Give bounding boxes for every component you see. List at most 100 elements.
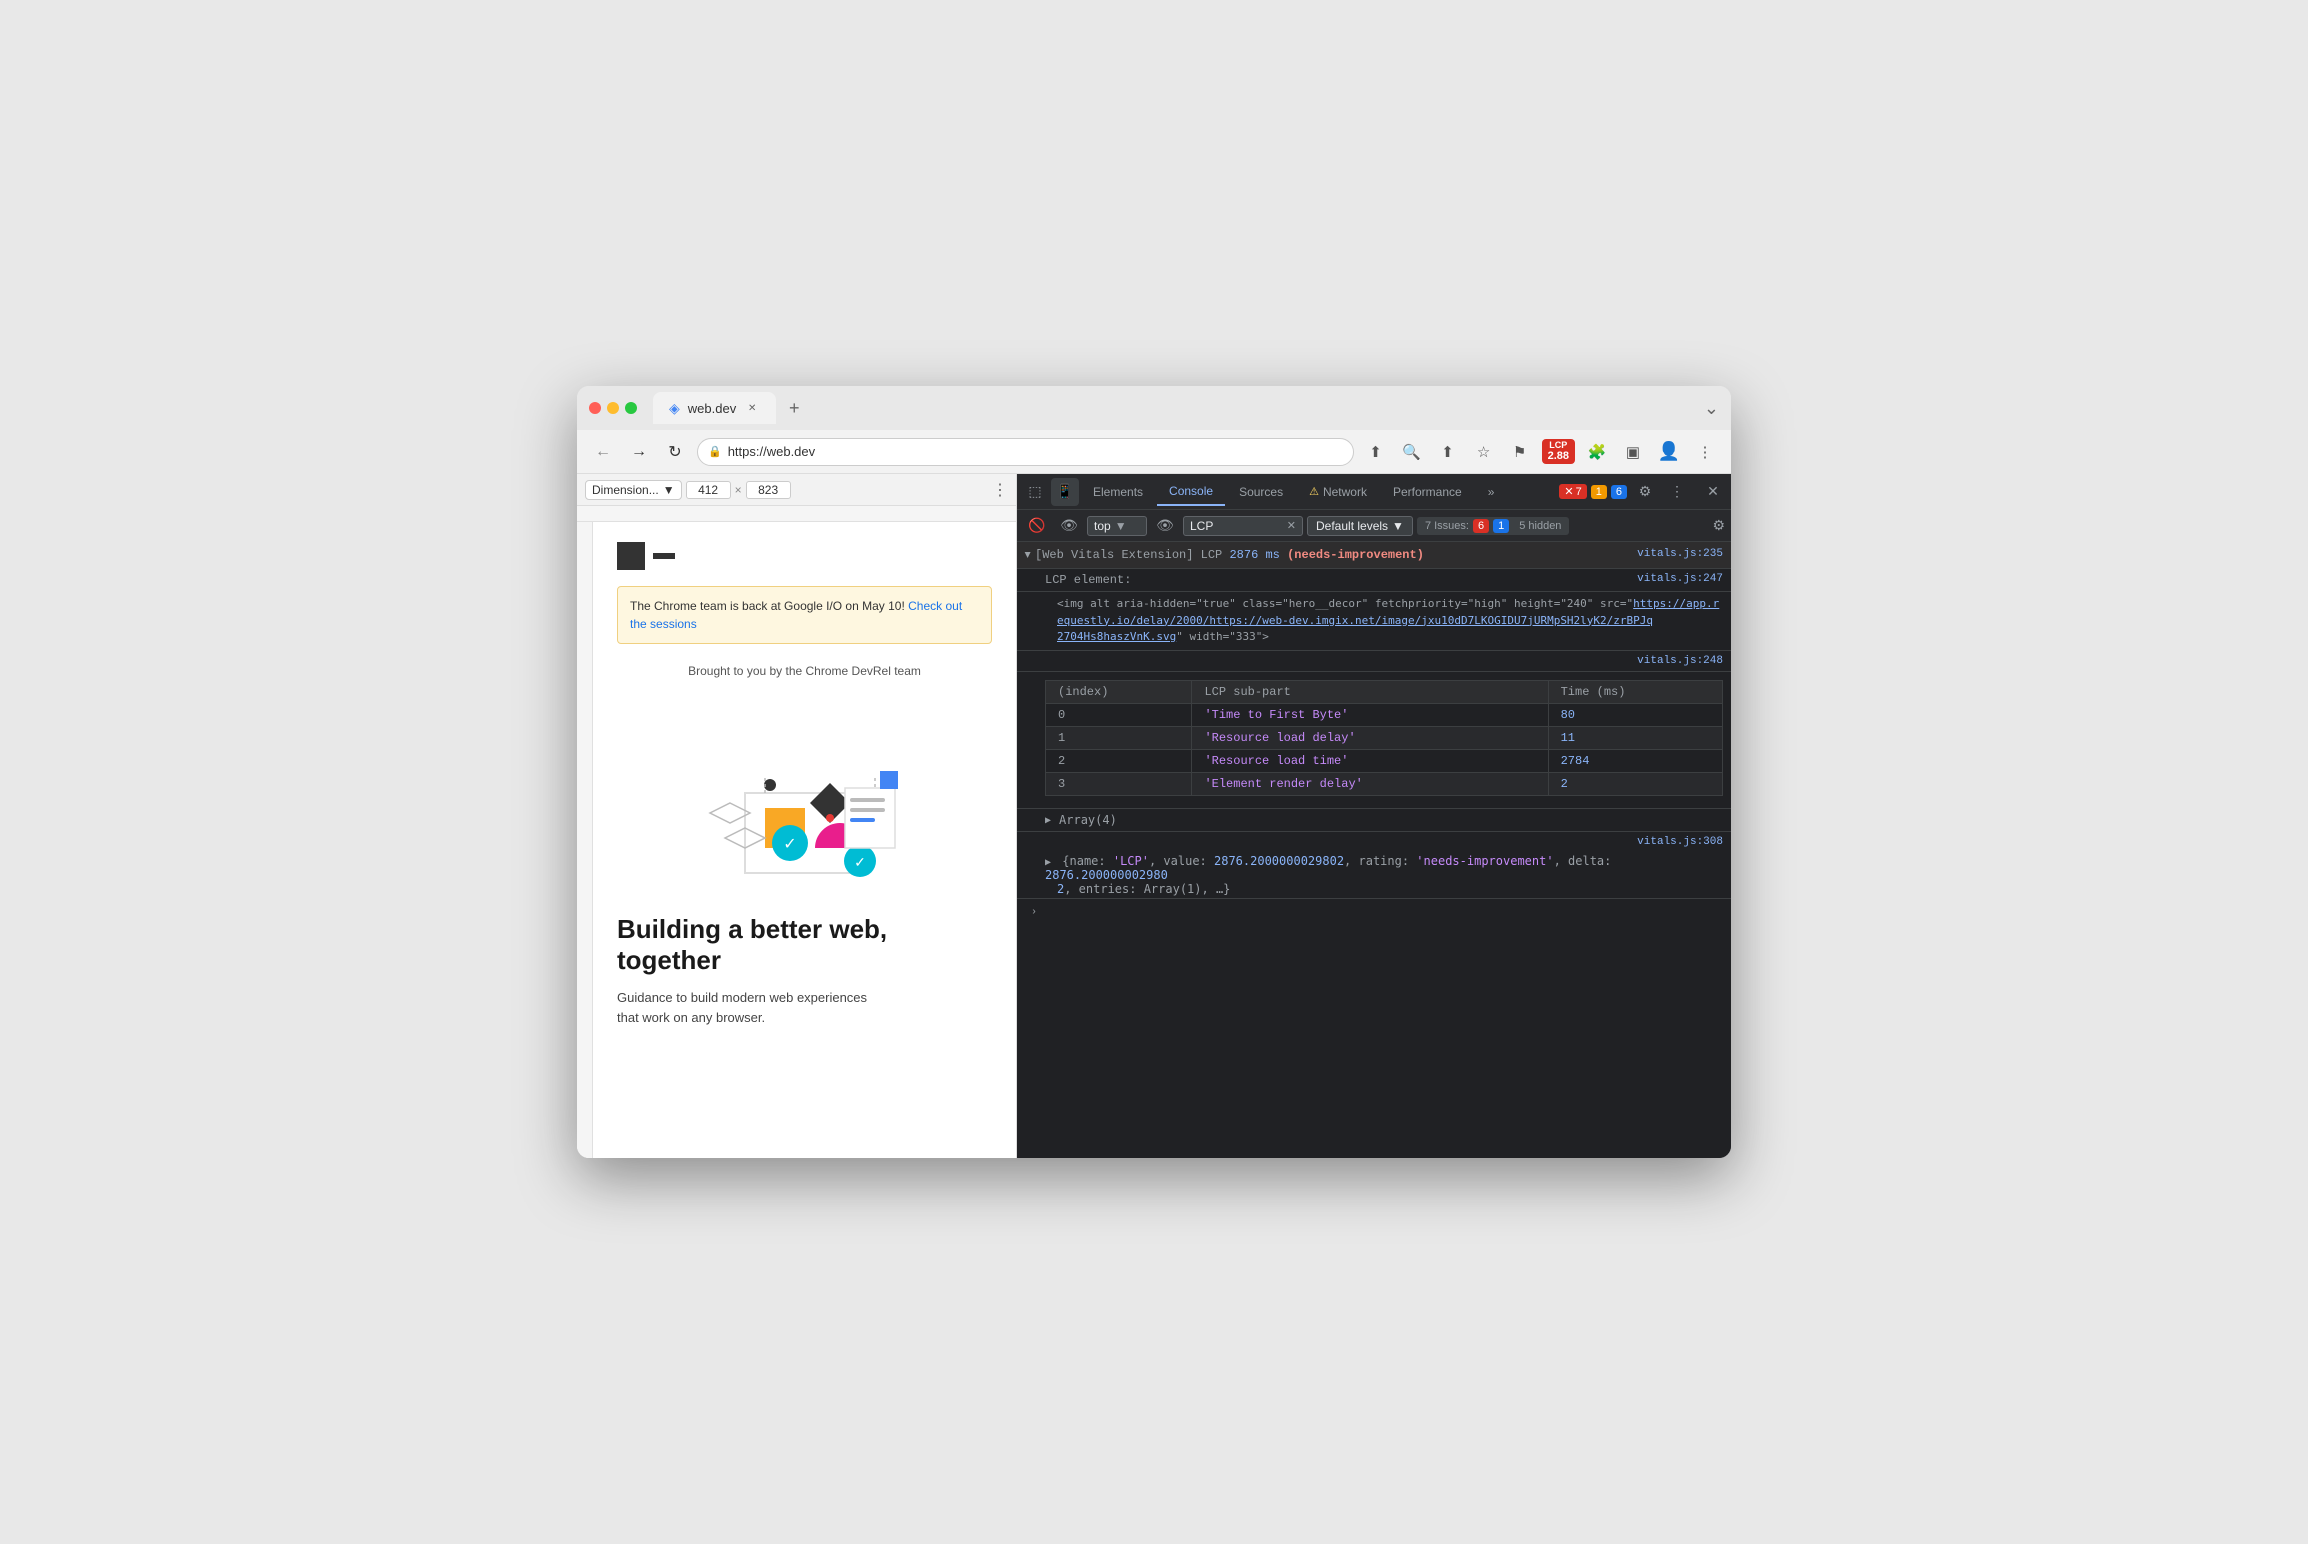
devtools-more-button[interactable]: ⋮ [1663,478,1691,506]
issues-badge[interactable]: 7 Issues: 6 1 5 hidden [1417,517,1570,535]
devtools-close-button[interactable]: ✕ [1699,478,1727,506]
console-arrow: › [1025,903,1043,922]
tab-favicon: ◈ [669,400,680,417]
search-icon[interactable]: 🔍 [1398,438,1426,466]
tab-performance[interactable]: Performance [1381,478,1474,506]
table-row: 3 'Element render delay' 2 [1046,772,1723,795]
filter-input[interactable]: LCP ✕ [1183,516,1303,536]
error-count: 7 [1576,486,1582,498]
webpage-content: The Chrome team is back at Google I/O on… [593,522,1016,1158]
flag-icon[interactable]: ⚑ [1506,438,1534,466]
table-header-subpart: LCP sub-part [1192,680,1548,703]
vitals-source-1[interactable]: vitals.js:235 [1637,548,1723,560]
logo-line [653,553,675,559]
obj-delta-cont: 2 [1045,882,1064,896]
tab-network[interactable]: ⚠ Network [1297,478,1379,506]
active-tab[interactable]: ◈ web.dev ✕ [653,392,776,424]
issues-error-badge: 6 [1473,519,1489,533]
maximize-button[interactable] [625,402,637,414]
lcp-element-content: LCP element: [1045,573,1637,587]
devtools-settings-button[interactable]: ⚙ [1631,478,1659,506]
download-icon[interactable]: ⬆ [1362,438,1390,466]
dimension-selector[interactable]: Dimension... ▼ [585,480,682,500]
forward-button[interactable]: → [625,438,653,466]
hero-title: Building a better web,together [617,914,992,976]
lcp-table: (index) LCP sub-part Time (ms) 0 'Time t… [1045,680,1723,796]
array-row[interactable]: ▶ Array(4) [1017,809,1731,832]
extensions-icon[interactable]: 🧩 [1583,438,1611,466]
console-eye2-button[interactable]: 👁 [1151,512,1179,540]
table-cell-subpart-2: 'Resource load time' [1192,749,1548,772]
hidden-count: 5 hidden [1519,520,1561,532]
console-content[interactable]: ▶ [Web Vitals Extension] LCP 2876 ms (ne… [1017,542,1731,1158]
close-button[interactable] [589,402,601,414]
address-bar[interactable]: 🔒 https://web.dev [697,438,1354,466]
obj-rating: 'needs-improvement' [1416,854,1553,868]
tab-close-button[interactable]: ✕ [744,400,760,416]
table-cell-index-2: 2 [1046,749,1192,772]
obj-delta: 2876.200000002980 [1045,868,1168,882]
img-tag-close: " width="333"> [1176,630,1269,643]
back-button[interactable]: ← [589,438,617,466]
lcp-element-label: LCP element: [1045,573,1131,587]
array-label: Array(4) [1059,813,1117,827]
lcp-img-content: <img alt aria-hidden="true" class="hero_… [1057,596,1723,646]
clear-console-button[interactable]: 🚫 [1023,512,1051,540]
sidebar-icon[interactable]: ▣ [1619,438,1647,466]
expand-obj-button[interactable]: ▶ [1045,855,1051,868]
level-chevron: ▼ [1392,519,1404,533]
lcp-value: 2.88 [1548,450,1569,462]
dimension-bar: Dimension... ▼ 412 × 823 ⋮ [577,474,1016,506]
width-input[interactable]: 412 [686,481,731,499]
title-bar: ◈ web.dev ✕ + ⌄ [577,386,1731,430]
vitals-source-3[interactable]: vitals.js:248 [1637,655,1723,667]
minimize-button[interactable] [607,402,619,414]
tab-console[interactable]: Console [1157,478,1225,506]
logo-square [617,542,645,570]
notification-banner: The Chrome team is back at Google I/O on… [617,586,992,644]
expand-vitals-button[interactable]: ▶ [1021,552,1035,558]
tab-elements[interactable]: Elements [1081,478,1155,506]
obj-rating-label: , rating: [1344,854,1416,868]
filter-clear-button[interactable]: ✕ [1287,519,1296,532]
more-tabs-button[interactable]: » [1476,478,1507,506]
error-count-badge: ✕7 [1559,484,1586,499]
vitals-source-4[interactable]: vitals.js:308 [1637,836,1723,848]
refresh-button[interactable]: ↻ [661,438,689,466]
info-count-badge: 6 [1611,485,1627,499]
console-settings-button[interactable]: ⚙ [1712,517,1725,534]
bookmark-icon[interactable]: ☆ [1470,438,1498,466]
vitals-source-2[interactable]: vitals.js:247 [1637,573,1723,585]
info-count: 6 [1616,486,1622,498]
illustration: ✓ ✓ [617,698,992,898]
profile-icon[interactable]: 👤 [1655,438,1683,466]
toolbar-actions: ⬆ 🔍 ⬆ ☆ ⚑ LCP 2.88 🧩 ▣ 👤 ⋮ [1362,438,1719,466]
dimension-more[interactable]: ⋮ [992,480,1008,500]
table-source-row: vitals.js:248 [1017,651,1731,672]
window-chevron[interactable]: ⌄ [1704,398,1719,419]
inspect-element-button[interactable]: ⬚ [1021,478,1049,506]
new-tab-button[interactable]: + [780,394,808,422]
share-icon[interactable]: ⬆ [1434,438,1462,466]
logo-area [617,542,992,570]
height-input[interactable]: 823 [746,481,791,499]
obj-entries: , entries: Array(1), …} [1064,882,1230,896]
device-toggle-button[interactable]: 📱 [1051,478,1079,506]
lcp-img-html-row: <img alt aria-hidden="true" class="hero_… [1017,592,1731,651]
vitals-prefix: [Web Vitals Extension] LCP [1035,548,1229,562]
menu-icon[interactable]: ⋮ [1691,438,1719,466]
toolbar: ← → ↻ 🔒 https://web.dev ⬆ 🔍 ⬆ ☆ ⚑ LCP 2.… [577,430,1731,474]
filter-value: LCP [1190,519,1213,533]
obj-name: 'LCP' [1113,854,1149,868]
log-level-selector[interactable]: Default levels ▼ [1307,516,1413,536]
viewport-content: The Chrome team is back at Google I/O on… [577,522,1016,1158]
context-selector[interactable]: top ▼ [1087,516,1147,536]
table-cell-time-2: 2784 [1548,749,1722,772]
console-eye-button[interactable]: 👁 [1055,512,1083,540]
svg-text:✓: ✓ [854,854,866,870]
tab-sources[interactable]: Sources [1227,478,1295,506]
obj-delta-label: , delta: [1554,854,1612,868]
address-url: https://web.dev [728,444,815,459]
expand-array-button[interactable]: ▶ [1045,813,1051,826]
table-row: 2 'Resource load time' 2784 [1046,749,1723,772]
